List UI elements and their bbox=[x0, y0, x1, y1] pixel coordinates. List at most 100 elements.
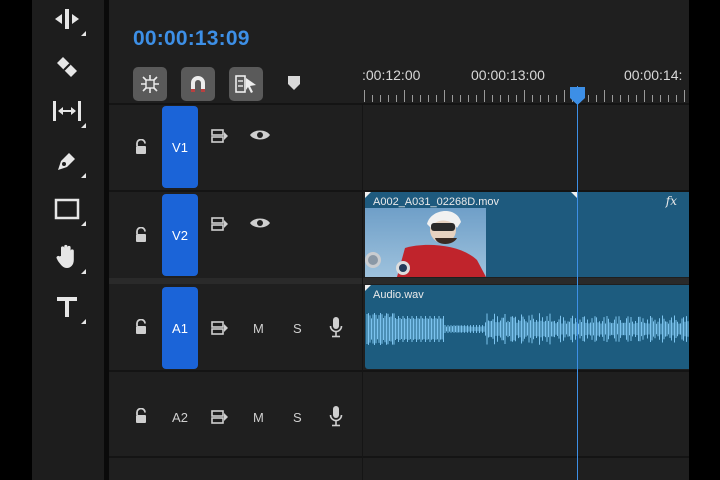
ruler-tick bbox=[620, 95, 621, 102]
ripple-edit-icon bbox=[55, 9, 79, 29]
eye-icon[interactable] bbox=[249, 216, 271, 230]
snap-button[interactable] bbox=[181, 67, 215, 101]
nest-icon bbox=[141, 75, 159, 93]
ruler-tick bbox=[548, 95, 549, 102]
ruler-tick bbox=[492, 95, 493, 102]
time-ruler[interactable]: :00:12:00 00:00:13:00 00:00:14: bbox=[362, 62, 689, 104]
ruler-tick bbox=[636, 95, 637, 102]
ruler-tick bbox=[500, 95, 501, 102]
clip-start-marker bbox=[365, 285, 371, 291]
linked-selection-icon bbox=[235, 75, 256, 93]
ruler-tick bbox=[460, 95, 461, 102]
right-margin bbox=[689, 0, 720, 480]
playhead-line[interactable] bbox=[577, 86, 578, 480]
ruler-tick bbox=[556, 95, 557, 102]
ruler-tick bbox=[564, 90, 565, 102]
ruler-tick bbox=[420, 95, 421, 102]
track-header-border bbox=[362, 105, 363, 480]
razor-tool[interactable] bbox=[52, 52, 82, 82]
razor-icon bbox=[57, 57, 77, 77]
ruler-tick bbox=[364, 90, 365, 102]
ruler-tick bbox=[508, 95, 509, 102]
clip-thumbnail bbox=[365, 208, 486, 277]
type-icon bbox=[57, 297, 77, 317]
hand-tool[interactable] bbox=[52, 242, 86, 274]
lock-icon[interactable] bbox=[134, 319, 148, 335]
ruler-tick bbox=[372, 95, 373, 102]
add-marker-button[interactable] bbox=[287, 75, 301, 96]
linked-selection-button[interactable] bbox=[229, 67, 263, 101]
type-tool[interactable] bbox=[52, 292, 86, 324]
playhead-handle[interactable] bbox=[569, 86, 586, 106]
sync-lock-icon[interactable] bbox=[211, 216, 229, 232]
microphone-icon[interactable] bbox=[329, 405, 343, 427]
eye-icon[interactable] bbox=[249, 128, 271, 142]
clip-name: A002_A031_02268D.mov bbox=[373, 196, 499, 208]
ruler-tick bbox=[444, 90, 445, 102]
left-margin bbox=[0, 0, 32, 480]
ruler-tick bbox=[676, 95, 677, 102]
ruler-tick bbox=[516, 95, 517, 102]
ripple-edit-tool[interactable] bbox=[52, 4, 86, 36]
track-label-a1[interactable]: A1 bbox=[162, 287, 198, 369]
ruler-tick bbox=[436, 95, 437, 102]
ruler-tick bbox=[476, 95, 477, 102]
nest-sequence-button[interactable] bbox=[133, 67, 167, 101]
ruler-separator bbox=[109, 103, 689, 105]
track-label-v1[interactable]: V1 bbox=[162, 106, 198, 188]
video-audio-divider[interactable] bbox=[109, 278, 689, 284]
lock-icon[interactable] bbox=[134, 139, 148, 155]
ruler-label: 00:00:14: bbox=[624, 67, 683, 83]
sync-lock-icon[interactable] bbox=[211, 320, 229, 336]
ruler-tick bbox=[644, 90, 645, 102]
ruler-tick bbox=[404, 90, 405, 102]
tools-panel bbox=[32, 0, 104, 480]
solo-button[interactable]: S bbox=[293, 410, 302, 425]
ruler-label: :00:12:00 bbox=[362, 67, 421, 83]
lock-icon[interactable] bbox=[134, 408, 148, 424]
audio-clip[interactable]: Audio.wav bbox=[365, 285, 689, 369]
track-separator bbox=[109, 370, 689, 372]
pen-tool[interactable] bbox=[52, 146, 86, 178]
ruler-tick bbox=[668, 95, 669, 102]
ruler-tick bbox=[628, 95, 629, 102]
ruler-tick bbox=[660, 95, 661, 102]
ruler-tick bbox=[604, 90, 605, 102]
slip-icon bbox=[53, 101, 81, 121]
fx-badge[interactable]: fx bbox=[666, 194, 677, 208]
ruler-label: 00:00:13:00 bbox=[471, 67, 545, 83]
hand-icon bbox=[56, 244, 74, 268]
slip-tool[interactable] bbox=[52, 96, 86, 128]
microphone-icon[interactable] bbox=[329, 316, 343, 338]
rectangle-icon bbox=[54, 198, 80, 220]
track-label-a2[interactable]: A2 bbox=[162, 408, 198, 426]
ruler-tick bbox=[532, 95, 533, 102]
rectangle-tool[interactable] bbox=[52, 194, 86, 226]
magnet-icon bbox=[191, 76, 205, 92]
playhead-timecode[interactable]: 00:00:13:09 bbox=[133, 27, 250, 51]
clip-name: Audio.wav bbox=[373, 289, 424, 301]
ruler-tick bbox=[596, 95, 597, 102]
ruler-tick bbox=[468, 95, 469, 102]
sync-lock-icon[interactable] bbox=[211, 128, 229, 144]
ruler-tick bbox=[396, 95, 397, 102]
sync-lock-icon[interactable] bbox=[211, 409, 229, 425]
ruler-tick bbox=[652, 95, 653, 102]
ruler-tick bbox=[380, 95, 381, 102]
video-clip[interactable]: A002_A031_02268D.mov fx bbox=[365, 192, 689, 277]
ruler-tick bbox=[412, 95, 413, 102]
ruler-tick bbox=[524, 90, 525, 102]
mute-button[interactable]: M bbox=[253, 410, 264, 425]
ruler-tick bbox=[428, 95, 429, 102]
audio-waveform bbox=[366, 313, 689, 345]
ruler-tick bbox=[452, 95, 453, 102]
lock-icon[interactable] bbox=[134, 227, 148, 243]
ruler-tick bbox=[484, 90, 485, 102]
solo-button[interactable]: S bbox=[293, 321, 302, 336]
ruler-tick bbox=[388, 95, 389, 102]
mute-button[interactable]: M bbox=[253, 321, 264, 336]
timeline-panel: 00:00:13:09 :00:12:00 00:00:13:00 00:00:… bbox=[109, 0, 689, 480]
track-label-v2[interactable]: V2 bbox=[162, 194, 198, 276]
ruler-tick bbox=[612, 95, 613, 102]
track-separator bbox=[109, 456, 689, 458]
